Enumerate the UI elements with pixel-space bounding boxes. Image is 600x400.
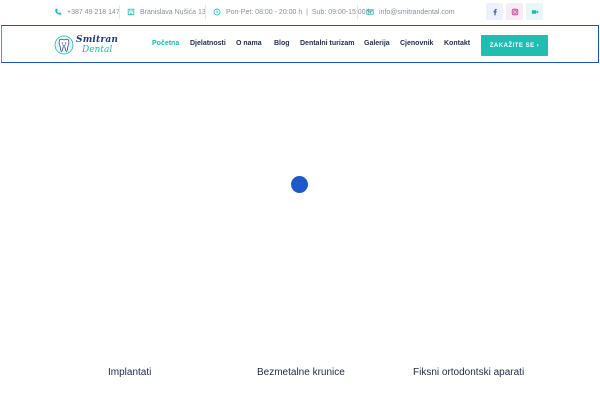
loading-spinner <box>291 176 308 193</box>
facebook-button[interactable] <box>486 3 503 20</box>
email-text: info@smitrandental.com <box>379 8 455 16</box>
divider <box>357 5 358 19</box>
book-appointment-button[interactable]: ZAKAŽITE SE › <box>481 35 548 56</box>
mail-icon <box>366 9 374 15</box>
logo-text-secondary: Dental <box>82 45 113 55</box>
phone-info[interactable]: +387 49 218 147 <box>54 0 120 24</box>
email-info[interactable]: info@smitrandental.com <box>366 0 455 24</box>
video-button[interactable] <box>526 3 543 20</box>
nav-item-cjenovnik[interactable]: Cjenovnik <box>400 40 433 47</box>
nav-item-galerija[interactable]: Galerija <box>364 40 390 47</box>
site-logo[interactable]: Smitran Dental <box>54 34 144 58</box>
service-title-implantati[interactable]: Implantati <box>108 367 151 378</box>
main-navbar: Smitran Dental Početna Djelatnosti O nam… <box>1 25 599 63</box>
phone-icon <box>55 8 62 15</box>
service-title-fiksni-aparati[interactable]: Fiksni ortodontski aparati <box>413 367 524 378</box>
building-icon <box>127 8 135 16</box>
video-icon <box>531 9 538 14</box>
tooth-icon <box>54 35 74 55</box>
nav-item-djelatnosti[interactable]: Djelatnosti <box>190 40 226 47</box>
service-title-bezmetalne-krunice[interactable]: Bezmetalne krunice <box>257 367 345 378</box>
address-info: Branislava Nušića 13 <box>127 0 206 24</box>
nav-item-dentalni-turizam[interactable]: Dentalni turizam <box>300 40 354 47</box>
instagram-icon <box>511 8 518 15</box>
nav-item-o-nama[interactable]: O nama <box>236 40 262 47</box>
hours-text: Pon-Pet: 08:00 - 20:00 h | Sub: 09:00-15… <box>226 8 372 16</box>
logo-text-primary: Smitran <box>76 35 119 45</box>
nav-item-pocetna[interactable]: Početna <box>152 40 179 47</box>
facebook-icon <box>492 8 497 15</box>
divider <box>119 5 120 19</box>
phone-number: +387 49 218 147 <box>67 8 120 16</box>
nav-item-kontakt[interactable]: Kontakt <box>444 40 470 47</box>
nav-item-blog[interactable]: Blog <box>274 40 290 47</box>
hours-info: Pon-Pet: 08:00 - 20:00 h | Sub: 09:00-15… <box>213 0 371 24</box>
address-text: Branislava Nušića 13 <box>140 8 206 16</box>
top-info-bar: +387 49 218 147 Branislava Nušića 13 Pon… <box>0 0 600 24</box>
clock-icon <box>213 8 221 16</box>
divider <box>205 5 206 19</box>
instagram-button[interactable] <box>506 3 523 20</box>
